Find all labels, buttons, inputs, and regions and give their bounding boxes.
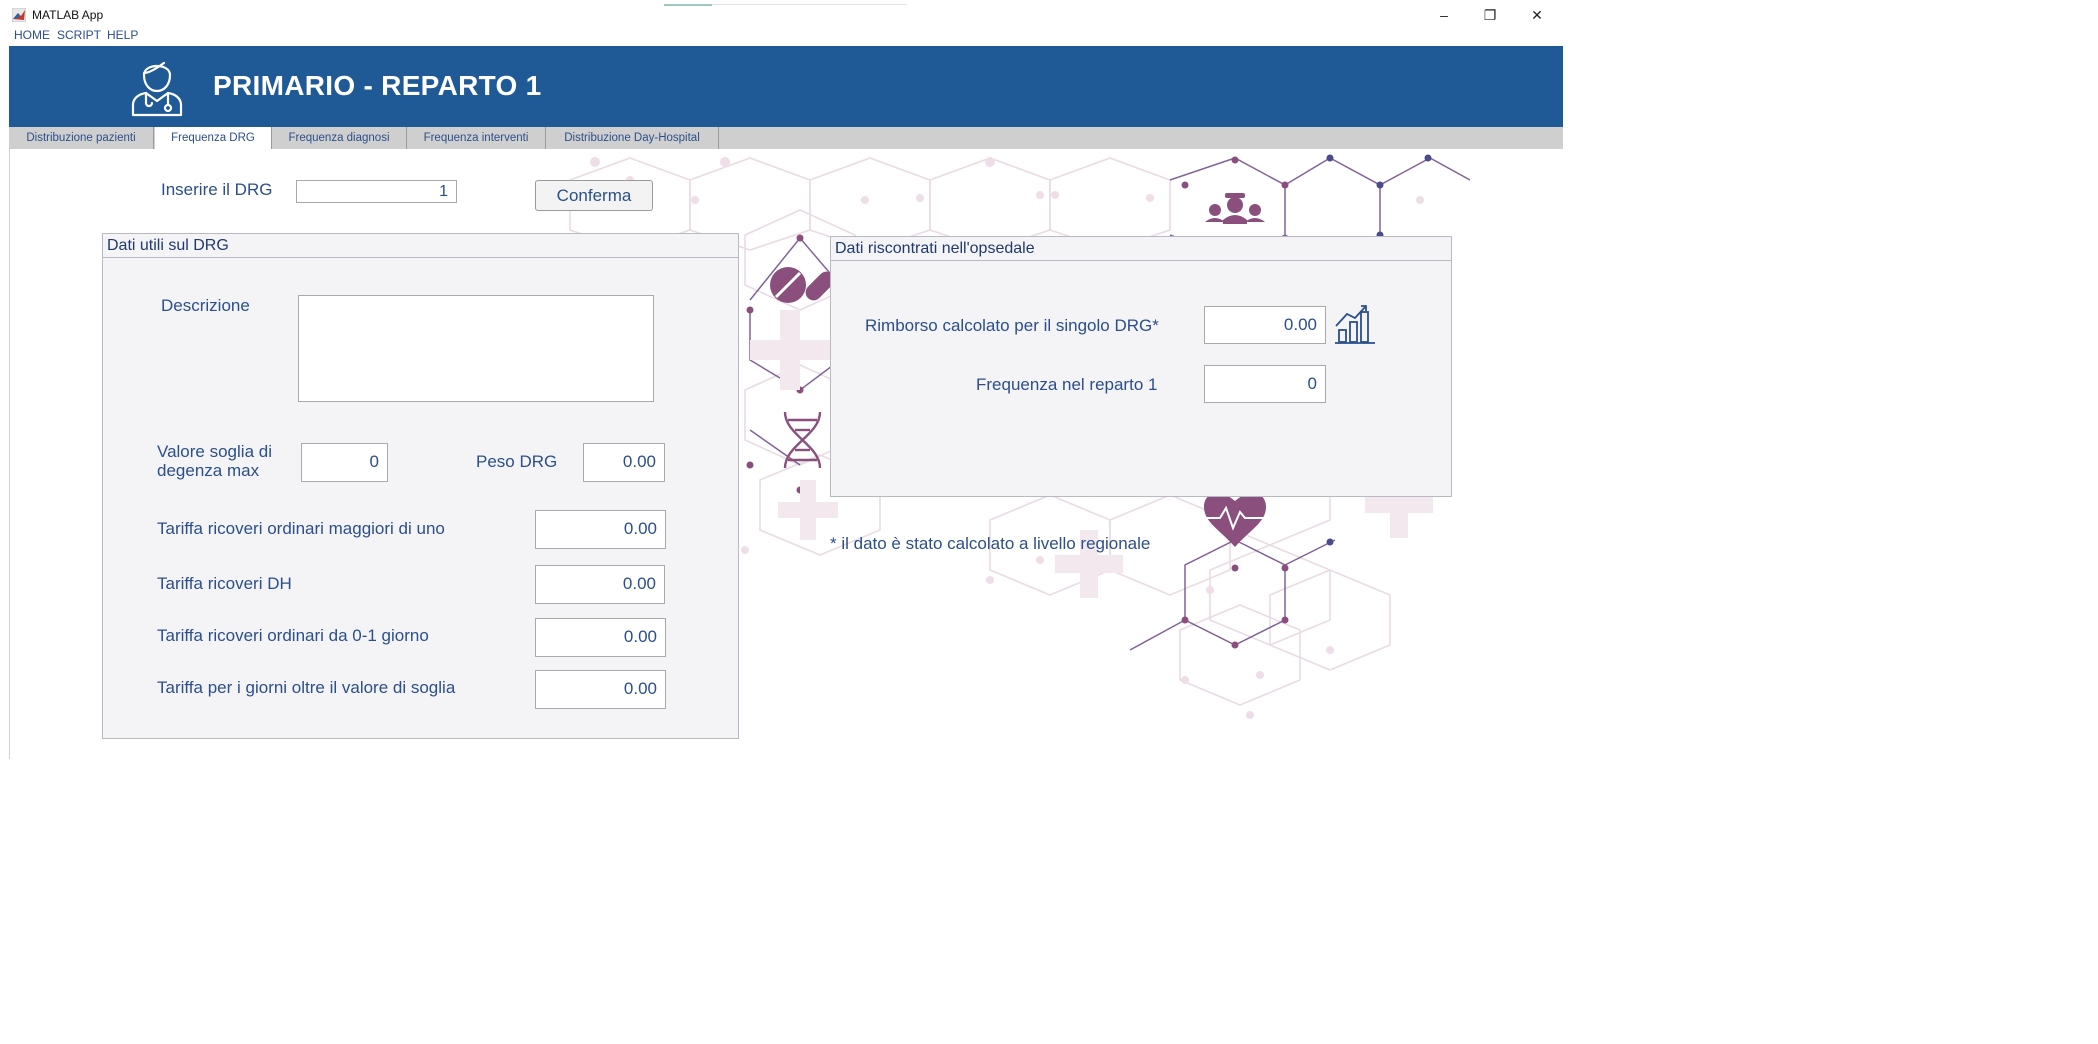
tariffa-dh-label: Tariffa ricoveri DH: [157, 574, 292, 593]
tab-frequenza-drg[interactable]: Frequenza DRG: [155, 127, 271, 149]
tariffa-oltre-field[interactable]: 0.00: [535, 670, 666, 709]
tariffa-maggiori-label: Tariffa ricoveri ordinari maggiori di un…: [157, 519, 445, 538]
tariffa-oltre-label: Tariffa per i giorni oltre il valore di …: [157, 678, 456, 697]
tariffa-maggiori-field[interactable]: 0.00: [535, 510, 666, 549]
soglia-field[interactable]: 0: [301, 443, 388, 482]
tariffa-01-field[interactable]: 0.00: [535, 618, 666, 657]
progress-track: [712, 4, 907, 5]
page-title: PRIMARIO - REPARTO 1: [213, 70, 542, 101]
tab-frequenza-interventi[interactable]: Frequenza interventi: [407, 127, 546, 149]
window-title: MATLAB App: [32, 8, 104, 22]
drg-input[interactable]: 1: [296, 180, 457, 203]
rimborso-field[interactable]: 0.00: [1204, 306, 1326, 344]
dna-icon: [783, 411, 822, 469]
content-border: [9, 149, 10, 759]
peso-drg-field[interactable]: 0.00: [583, 443, 665, 482]
descrizione-label: Descrizione: [161, 296, 250, 315]
drg-info-panel-title: Dati utili sul DRG: [103, 234, 738, 258]
footnote: * il dato è stato calcolato a livello re…: [830, 534, 1151, 553]
progress-indicator: [664, 4, 712, 6]
bar-chart-icon[interactable]: [1333, 304, 1377, 344]
frequenza-label: Frequenza nel reparto 1: [976, 375, 1158, 394]
frequenza-field[interactable]: 0: [1204, 365, 1326, 403]
peso-drg-label: Peso DRG: [476, 452, 558, 471]
descrizione-textarea[interactable]: [298, 295, 654, 402]
menu-home[interactable]: HOME: [14, 28, 50, 42]
matlab-logo-icon: [12, 8, 26, 22]
tariffa-01-label: Tariffa ricoveri ordinari da 0-1 giorno: [157, 626, 429, 645]
restore-button[interactable]: ❐: [1475, 4, 1505, 26]
menu-script[interactable]: SCRIPT: [57, 28, 101, 42]
confirm-button[interactable]: Conferma: [535, 180, 653, 211]
hospital-data-panel: Dati riscontrati nell'opsedale: [830, 236, 1452, 497]
drg-input-label: Inserire il DRG: [161, 180, 273, 199]
tab-distribuzione-pazienti[interactable]: Distribuzione pazienti: [9, 127, 154, 149]
medical-staff-icon: [1205, 193, 1265, 224]
close-button[interactable]: ✕: [1522, 4, 1552, 26]
tariffa-dh-field[interactable]: 0.00: [535, 565, 665, 604]
tab-frequenza-diagnosi[interactable]: Frequenza diagnosi: [271, 127, 407, 149]
menu-bar: [0, 27, 1568, 45]
hospital-data-panel-title: Dati riscontrati nell'opsedale: [831, 237, 1451, 261]
rimborso-label: Rimborso calcolato per il singolo DRG*: [865, 316, 1159, 335]
menu-help[interactable]: HELP: [107, 28, 138, 42]
doctor-icon: [131, 61, 183, 117]
soglia-label-line2: degenza max: [157, 461, 260, 480]
tab-distribuzione-day-hospital[interactable]: Distribuzione Day-Hospital: [546, 127, 719, 149]
minimize-button[interactable]: –: [1429, 4, 1459, 26]
soglia-label-line1: Valore soglia di: [157, 442, 272, 461]
